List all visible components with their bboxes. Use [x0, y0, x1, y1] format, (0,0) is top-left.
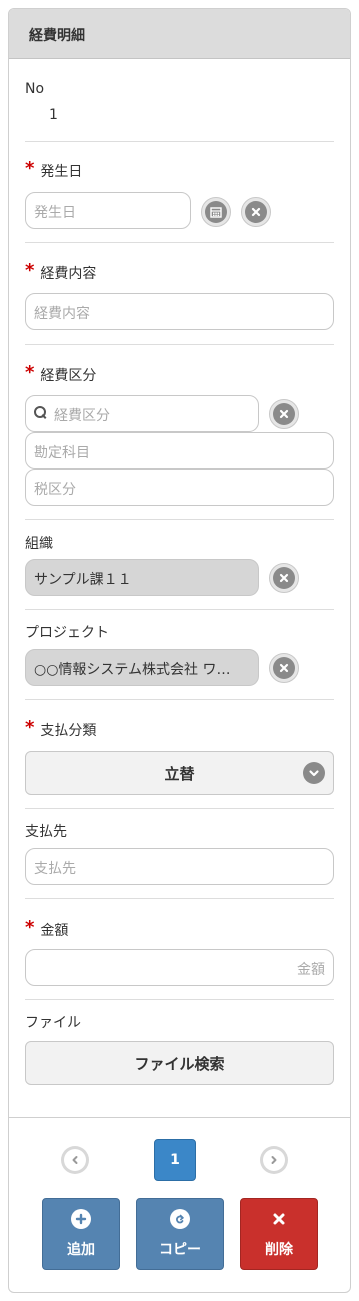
payment-type-selected: 立替 — [164, 764, 195, 783]
page-number-current[interactable]: 1 — [154, 1139, 196, 1181]
prev-page-button[interactable] — [61, 1146, 89, 1174]
redo-icon — [170, 1209, 190, 1229]
panel-title: 経費明細 — [9, 9, 350, 59]
organization-section: 組織 — [25, 533, 334, 553]
organization-field[interactable]: サンプル課１１ — [25, 559, 259, 596]
calendar-button[interactable] — [201, 197, 231, 227]
payee-label: 支払先 — [25, 824, 67, 840]
divider — [25, 898, 334, 899]
project-clear-button[interactable] — [269, 653, 299, 683]
footer-separator — [9, 1117, 350, 1118]
required-mark: * — [25, 717, 35, 738]
amount-label: 金額 — [40, 923, 69, 939]
file-section: ファイル — [25, 1012, 334, 1032]
close-circle-icon — [245, 201, 267, 223]
occurrence-date-section: * 発生日 — [25, 158, 334, 181]
copy-button[interactable]: コピー — [136, 1198, 224, 1270]
expense-category-placeholder: 経費区分 — [54, 408, 110, 424]
delete-button-label: 削除 — [265, 1242, 293, 1258]
payee-input[interactable]: 支払先 — [25, 848, 334, 885]
divider — [25, 808, 334, 809]
account-item-input[interactable]: 勘定科目 — [25, 432, 334, 469]
expense-category-input[interactable]: 経費区分 — [25, 395, 259, 432]
project-label: プロジェクト — [25, 625, 109, 641]
divider — [25, 609, 334, 610]
expense-content-label: 経費内容 — [40, 266, 97, 282]
payee-section: 支払先 — [25, 821, 334, 841]
file-label: ファイル — [25, 1015, 81, 1031]
expense-category-section: * 経費区分 — [25, 362, 334, 385]
next-page-button[interactable] — [260, 1146, 288, 1174]
add-button[interactable]: 追加 — [42, 1198, 120, 1270]
expense-category-clear-button[interactable] — [269, 399, 299, 429]
close-circle-icon — [273, 657, 295, 679]
divider — [25, 699, 334, 700]
divider — [25, 141, 334, 142]
expense-detail-panel: 経費明細 No 1 * 発生日 発生日 * 経費内容 経費内容 * 経費区分 経費区分 — [8, 8, 351, 1293]
plus-icon — [71, 1209, 91, 1229]
close-circle-icon — [273, 403, 295, 425]
no-section: No 1 — [25, 81, 334, 123]
required-mark: * — [25, 362, 35, 383]
organization-label: 組織 — [25, 536, 53, 552]
required-mark: * — [25, 917, 35, 938]
no-value: 1 — [49, 107, 58, 123]
expense-content-input[interactable]: 経費内容 — [25, 293, 334, 330]
tax-category-input[interactable]: 税区分 — [25, 469, 334, 506]
project-field[interactable]: ○○情報システム株式会社 ワ… — [25, 649, 259, 686]
no-label: No — [25, 81, 45, 97]
x-icon — [269, 1209, 289, 1229]
payment-type-section: * 支払分類 — [25, 717, 334, 740]
payment-type-select[interactable]: 立替 — [25, 751, 334, 795]
occurrence-date-input[interactable]: 発生日 — [25, 192, 191, 229]
divider — [25, 999, 334, 1000]
search-icon — [34, 406, 46, 418]
occurrence-date-clear-button[interactable] — [241, 197, 271, 227]
delete-button[interactable]: 削除 — [240, 1198, 318, 1270]
chevron-left-icon — [64, 1149, 86, 1171]
divider — [25, 242, 334, 243]
amount-input[interactable]: 金額 — [25, 949, 334, 986]
close-circle-icon — [273, 567, 295, 589]
chevron-down-icon — [303, 762, 325, 784]
organization-clear-button[interactable] — [269, 563, 299, 593]
occurrence-date-label: 発生日 — [40, 164, 83, 180]
calendar-icon — [205, 201, 227, 223]
divider — [25, 519, 334, 520]
expense-category-label: 経費区分 — [40, 368, 97, 384]
copy-button-label: コピー — [159, 1242, 201, 1258]
amount-section: * 金額 — [25, 917, 334, 940]
required-mark: * — [25, 260, 35, 281]
expense-content-section: * 経費内容 — [25, 260, 334, 283]
required-mark: * — [25, 158, 35, 179]
file-search-button[interactable]: ファイル検索 — [25, 1041, 334, 1085]
project-section: プロジェクト — [25, 622, 334, 642]
payment-type-label: 支払分類 — [40, 723, 97, 739]
divider — [25, 344, 334, 345]
chevron-right-icon — [263, 1149, 285, 1171]
add-button-label: 追加 — [67, 1242, 95, 1258]
